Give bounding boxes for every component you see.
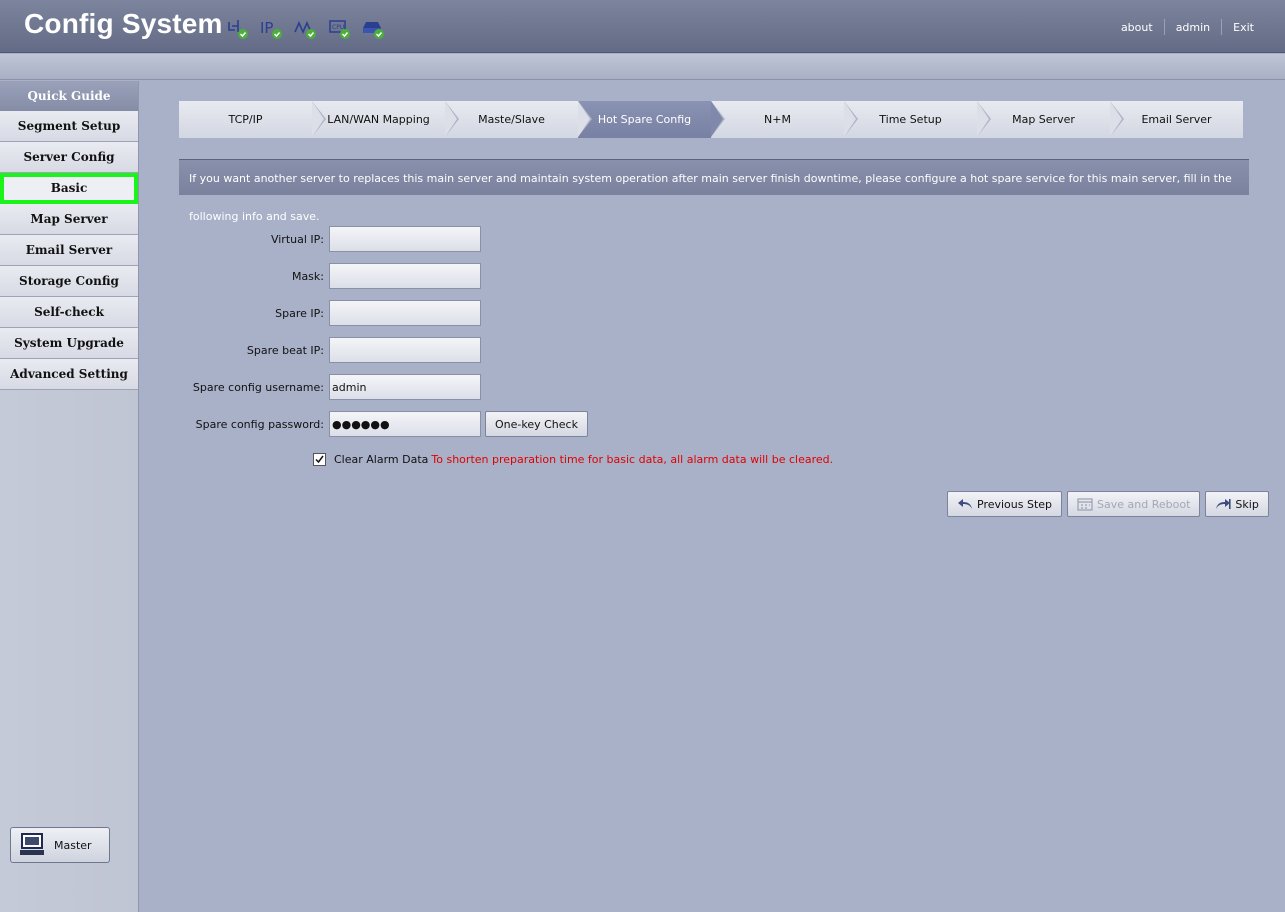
virtual-ip-input[interactable] <box>329 226 481 252</box>
step-master-slave[interactable]: Maste/Slave <box>445 101 592 138</box>
signal-check-icon <box>294 18 318 40</box>
mask-label: Mask: <box>291 269 324 283</box>
app-title: Config System <box>24 8 223 39</box>
sidebar-item-map-server[interactable]: Map Server <box>0 204 138 235</box>
exit-link[interactable]: Exit <box>1222 21 1265 34</box>
back-arrow-icon <box>958 499 972 509</box>
spare-ip-row: Spare IP: <box>179 300 979 326</box>
calendar-icon <box>1077 498 1093 511</box>
wizard-steps: TCP/IP LAN/WAN Mapping Maste/Slave Hot S… <box>179 101 1243 138</box>
virtual-ip-row: Virtual IP: <box>179 226 979 252</box>
save-and-reboot-label: Save and Reboot <box>1097 497 1191 511</box>
admin-link[interactable]: admin <box>1165 21 1221 34</box>
sidebar-item-server-config[interactable]: Server Config <box>0 142 138 173</box>
step-lan-wan-mapping[interactable]: LAN/WAN Mapping <box>312 101 459 138</box>
step-tcp-ip[interactable]: TCP/IP <box>179 101 326 138</box>
save-and-reboot-button[interactable]: Save and Reboot <box>1067 491 1201 517</box>
checkmark-icon <box>315 455 324 464</box>
step-email-server[interactable]: Email Server <box>1110 101 1243 138</box>
sidebar-item-self-check[interactable]: Self-check <box>0 297 138 328</box>
spare-ip-label: Spare IP: <box>275 306 324 320</box>
skip-label: Skip <box>1235 497 1259 511</box>
computer-icon <box>20 833 44 855</box>
sidebar-item-advanced-setting[interactable]: Advanced Setting <box>0 359 138 390</box>
spare-ip-input[interactable] <box>329 300 481 326</box>
username-row: Spare config username: <box>179 374 979 400</box>
cpu-check-icon: CPU <box>328 18 352 40</box>
step-time-setup[interactable]: Time Setup <box>844 101 991 138</box>
master-button[interactable]: Master <box>10 827 110 863</box>
spare-beat-ip-input[interactable] <box>329 337 481 363</box>
header-links: about admin Exit <box>1110 19 1265 35</box>
about-link[interactable]: about <box>1110 21 1164 34</box>
sidebar-item-storage-config[interactable]: Storage Config <box>0 266 138 297</box>
wizard-actions: Previous Step Save and Reboot Skip <box>947 491 1269 517</box>
skip-button[interactable]: Skip <box>1205 491 1269 517</box>
sidebar-item-basic[interactable]: Basic <box>0 173 138 204</box>
previous-step-button[interactable]: Previous Step <box>947 491 1063 517</box>
sub-toolbar <box>0 54 1285 80</box>
step-label: TCP/IP <box>228 113 263 126</box>
password-row: Spare config password: One-key Check <box>179 411 979 437</box>
username-label: Spare config username: <box>192 380 324 394</box>
step-label: Maste/Slave <box>478 113 545 126</box>
forward-arrow-icon <box>1216 499 1232 509</box>
password-label: Spare config password: <box>195 417 324 431</box>
sidebar-header[interactable]: Quick Guide <box>0 81 138 111</box>
sidebar-item-email-server[interactable]: Email Server <box>0 235 138 266</box>
mask-input[interactable] <box>329 263 481 289</box>
info-banner: If you want another server to replaces t… <box>179 159 1249 223</box>
mask-row: Mask: <box>179 263 979 289</box>
step-label: Time Setup <box>879 113 942 126</box>
step-hot-spare-config[interactable]: Hot Spare Config <box>578 101 725 138</box>
step-label: N+M <box>764 113 791 126</box>
ip-check-icon: IP <box>260 18 284 40</box>
sidebar-item-system-upgrade[interactable]: System Upgrade <box>0 328 138 359</box>
password-input[interactable] <box>329 411 481 437</box>
clear-alarm-warning: To shorten preparation time for basic da… <box>431 453 834 466</box>
virtual-ip-label: Virtual IP: <box>270 232 324 246</box>
username-input[interactable] <box>329 374 481 400</box>
step-n-plus-m[interactable]: N+M <box>711 101 858 138</box>
top-header: Config System IP CPU about admin Exit <box>0 0 1285 53</box>
one-key-check-button[interactable]: One-key Check <box>485 411 588 437</box>
clear-alarm-row: Clear Alarm Data To shorten preparation … <box>313 453 833 466</box>
sidebar: Quick Guide Segment Setup Server Config … <box>0 81 139 912</box>
clear-alarm-checkbox[interactable] <box>313 453 326 466</box>
clear-alarm-label: Clear Alarm Data <box>334 453 429 466</box>
network-check-icon <box>226 18 250 40</box>
previous-step-label: Previous Step <box>977 497 1053 511</box>
sidebar-item-segment-setup[interactable]: Segment Setup <box>0 111 138 142</box>
status-icons: IP CPU <box>226 18 386 40</box>
spare-beat-ip-row: Spare beat IP: <box>179 337 979 363</box>
master-label: Master <box>54 838 92 852</box>
svg-text:IP: IP <box>260 19 273 37</box>
disk-check-icon <box>362 18 386 40</box>
step-label: LAN/WAN Mapping <box>327 113 430 126</box>
step-map-server[interactable]: Map Server <box>977 101 1124 138</box>
step-label: Map Server <box>1012 113 1075 126</box>
step-label: Hot Spare Config <box>597 113 692 126</box>
step-label: Email Server <box>1141 113 1212 126</box>
spare-beat-ip-label: Spare beat IP: <box>246 343 324 357</box>
